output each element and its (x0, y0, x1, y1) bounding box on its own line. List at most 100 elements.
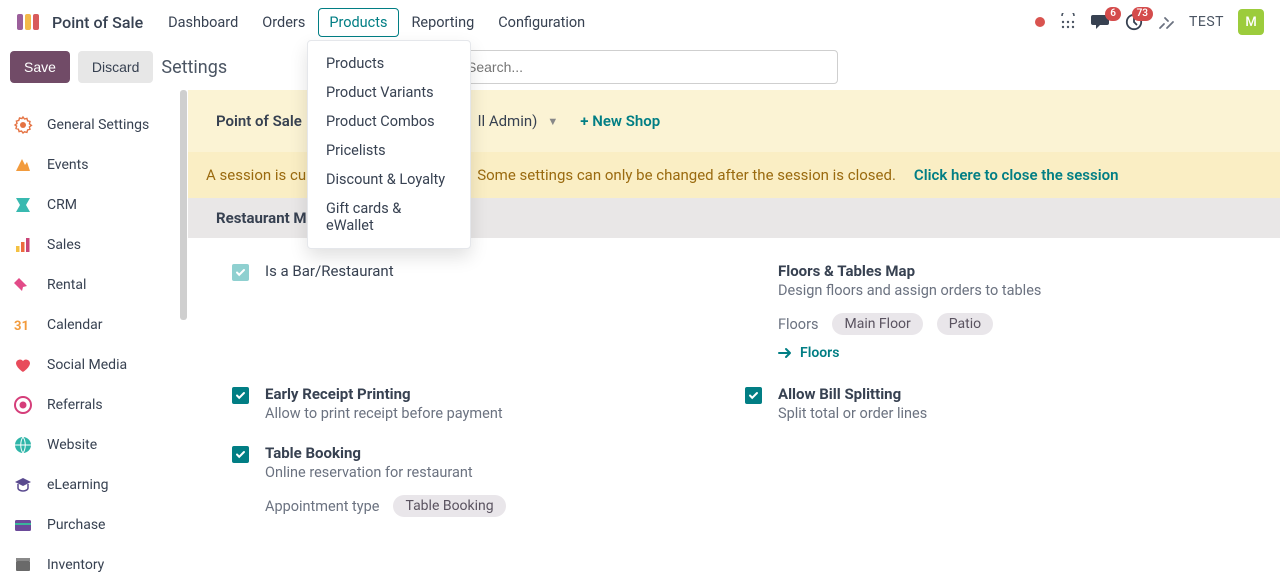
sidebar-item-label: CRM (47, 197, 77, 213)
sidebar-item-label: Events (47, 157, 88, 173)
floor-tag-main[interactable]: Main Floor (832, 313, 922, 335)
app-logo-icon (16, 10, 40, 34)
close-session-link[interactable]: Click here to close the session (914, 166, 1119, 184)
inventory-icon (12, 554, 34, 576)
dropdown-item-pricelists[interactable]: Pricelists (308, 136, 470, 165)
setting-early-receipt: Early Receipt Printing Allow to print re… (232, 385, 715, 422)
sidebar-item-label: Purchase (47, 517, 105, 533)
pos-value-suffix: ll Admin) (478, 112, 538, 130)
env-label: TEST (1189, 14, 1224, 30)
session-text-suffix: Some settings can only be changed after … (477, 166, 896, 184)
checkbox-table-booking[interactable] (232, 446, 249, 463)
sidebar-item-label: Referrals (47, 397, 103, 413)
messages-badge: 6 (1105, 7, 1121, 21)
sidebar-item-label: eLearning (47, 477, 108, 493)
dropdown-item-combos[interactable]: Product Combos (308, 107, 470, 136)
sales-icon (12, 234, 34, 256)
new-shop-link[interactable]: + New Shop (580, 112, 660, 130)
apps-icon[interactable] (1059, 13, 1077, 31)
heart-icon (12, 354, 34, 376)
products-dropdown: Products Product Variants Product Combos… (307, 40, 471, 249)
sidebar-item-general[interactable]: General Settings (0, 106, 183, 144)
sidebar-item-label: Inventory (47, 557, 104, 573)
setting-desc: Split total or order lines (778, 405, 927, 422)
globe-icon (12, 434, 34, 456)
activity-icon[interactable]: 73 (1125, 13, 1143, 31)
checkbox-early-receipt[interactable] (232, 387, 249, 404)
floor-tag-patio[interactable]: Patio (937, 313, 993, 335)
session-text-prefix: A session is cur (206, 166, 311, 184)
sidebar-item-social[interactable]: Social Media (0, 346, 183, 384)
debug-icon[interactable] (1157, 13, 1175, 31)
sidebar-item-label: Rental (47, 277, 86, 293)
discard-button[interactable]: Discard (78, 51, 153, 83)
appointment-type-tag[interactable]: Table Booking (393, 495, 505, 517)
graduation-icon (12, 474, 34, 496)
sidebar-item-website[interactable]: Website (0, 426, 183, 464)
calendar-icon: 31 (12, 314, 34, 336)
sidebar-item-label: General Settings (47, 117, 149, 133)
sidebar-item-inventory[interactable]: Inventory (0, 546, 183, 584)
crm-icon (12, 194, 34, 216)
top-nav: Point of Sale Dashboard Orders Products … (0, 0, 1280, 44)
sidebar-item-elearning[interactable]: eLearning (0, 466, 183, 504)
caret-down-icon[interactable]: ▼ (547, 115, 558, 128)
brand-title[interactable]: Point of Sale (52, 13, 143, 32)
save-button[interactable]: Save (10, 51, 70, 83)
arrow-right-icon (778, 347, 792, 359)
setting-is-bar: Is a Bar/Restaurant (232, 262, 715, 363)
referrals-icon (12, 394, 34, 416)
search-input[interactable] (456, 50, 838, 84)
pos-label: Point of Sale (216, 112, 302, 130)
dropdown-item-products[interactable]: Products (308, 49, 470, 78)
sidebar-item-crm[interactable]: CRM (0, 186, 183, 224)
setting-desc: Design floors and assign orders to table… (778, 282, 1041, 299)
sidebar-item-referrals[interactable]: Referrals (0, 386, 183, 424)
recording-indicator-icon (1035, 17, 1045, 27)
svg-text:31: 31 (14, 319, 29, 334)
setting-title: Table Booking (265, 444, 506, 462)
nav-reporting[interactable]: Reporting (401, 8, 486, 37)
setting-table-booking: Table Booking Online reservation for res… (232, 444, 715, 517)
setting-floors: Floors & Tables Map Design floors and as… (745, 262, 1228, 363)
user-avatar[interactable]: M (1238, 9, 1264, 35)
setting-title: Early Receipt Printing (265, 385, 503, 403)
dropdown-item-variants[interactable]: Product Variants (308, 78, 470, 107)
gear-icon (12, 114, 34, 136)
sidebar-item-rental[interactable]: Rental (0, 266, 183, 304)
dropdown-item-loyalty[interactable]: Discount & Loyalty (308, 165, 470, 194)
nav-configuration[interactable]: Configuration (487, 8, 596, 37)
events-icon (12, 154, 34, 176)
action-bar: Save Discard Settings (0, 44, 1280, 90)
messages-icon[interactable]: 6 (1091, 13, 1111, 31)
sidebar-item-label: Sales (47, 237, 81, 253)
checkbox-bill-splitting[interactable] (745, 387, 762, 404)
setting-desc: Online reservation for restaurant (265, 464, 506, 481)
appointment-type-label: Appointment type (265, 498, 379, 515)
setting-title: Is a Bar/Restaurant (265, 262, 394, 280)
setting-title: Allow Bill Splitting (778, 385, 927, 403)
sidebar-item-label: Social Media (47, 357, 127, 373)
rental-icon (12, 274, 34, 296)
sidebar-item-purchase[interactable]: Purchase (0, 506, 183, 544)
checkbox-is-bar[interactable] (232, 264, 249, 281)
sidebar-item-events[interactable]: Events (0, 146, 183, 184)
nav-dashboard[interactable]: Dashboard (157, 8, 249, 37)
page-title: Settings (161, 57, 227, 78)
sidebar-item-calendar[interactable]: 31 Calendar (0, 306, 183, 344)
settings-sidebar: General Settings Events CRM Sales Rental… (0, 90, 188, 583)
floors-link[interactable]: Floors (778, 345, 839, 361)
floors-link-label: Floors (800, 345, 839, 361)
nav-products[interactable]: Products (318, 8, 398, 37)
setting-desc: Allow to print receipt before payment (265, 405, 503, 422)
setting-title: Floors & Tables Map (778, 262, 1041, 280)
purchase-icon (12, 514, 34, 536)
activity-badge: 73 (1132, 7, 1153, 21)
sidebar-item-label: Calendar (47, 317, 103, 333)
setting-bill-splitting: Allow Bill Splitting Split total or orde… (745, 385, 1228, 422)
nav-orders[interactable]: Orders (251, 8, 316, 37)
sidebar-item-label: Website (47, 437, 97, 453)
sidebar-item-sales[interactable]: Sales (0, 226, 183, 264)
dropdown-item-giftcards[interactable]: Gift cards & eWallet (308, 194, 470, 240)
floors-label: Floors (778, 316, 818, 333)
